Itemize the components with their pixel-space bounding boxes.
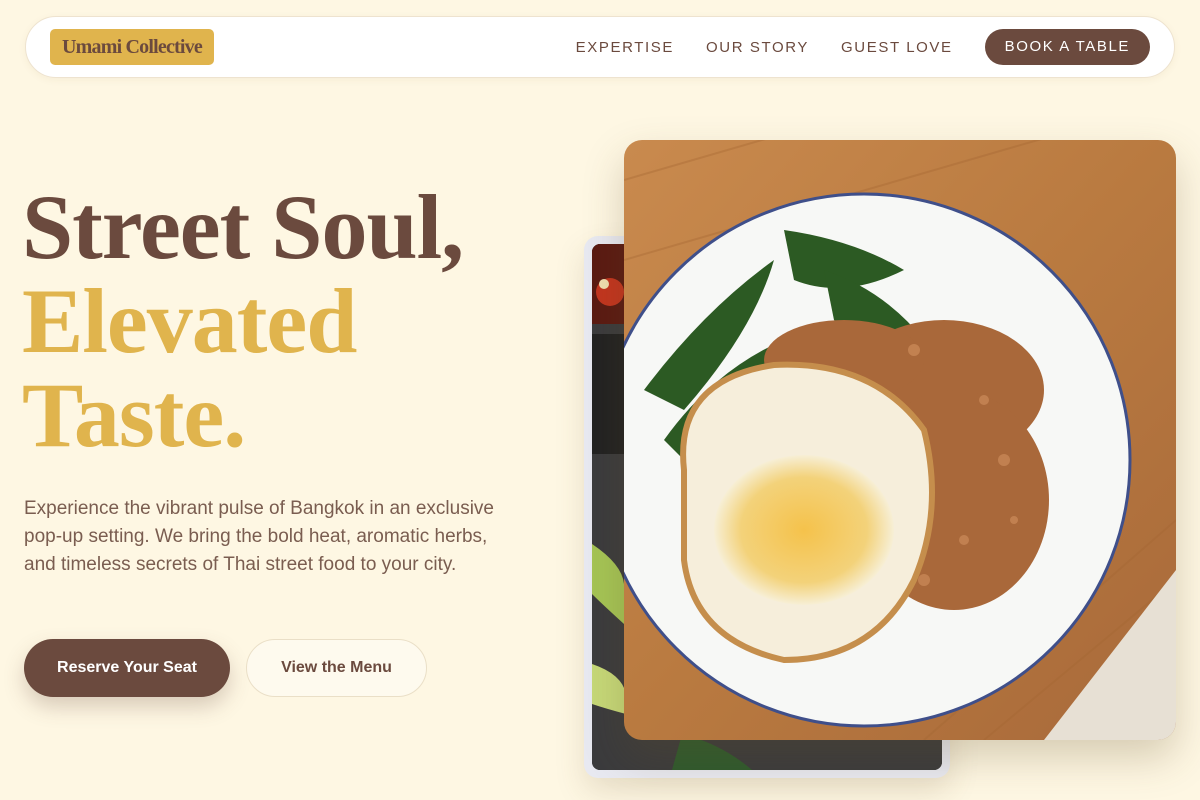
nav-link-guest-love[interactable]: GUEST LOVE	[841, 39, 953, 56]
hero-food-image	[624, 140, 1176, 740]
brand-logo[interactable]: Umami Collective	[50, 29, 214, 65]
headline-line-1: Street Soul,	[22, 176, 464, 278]
reserve-seat-button[interactable]: Reserve Your Seat	[24, 639, 230, 697]
top-navbar: Umami Collective EXPERTISE OUR STORY GUE…	[25, 16, 1175, 78]
headline-line-3: Taste.	[22, 364, 246, 466]
nav-links: EXPERTISE OUR STORY GUEST LOVE BOOK A TA…	[576, 29, 1150, 65]
view-menu-button[interactable]: View the Menu	[246, 639, 427, 697]
hero-headline: Street Soul, Elevated Taste.	[22, 180, 582, 462]
hero-description: Experience the vibrant pulse of Bangkok …	[24, 498, 494, 575]
nav-link-our-story[interactable]: OUR STORY	[706, 39, 809, 56]
headline-line-2: Elevated	[22, 270, 357, 372]
book-a-table-button[interactable]: BOOK A TABLE	[984, 29, 1150, 65]
nav-link-expertise[interactable]: EXPERTISE	[576, 39, 674, 56]
